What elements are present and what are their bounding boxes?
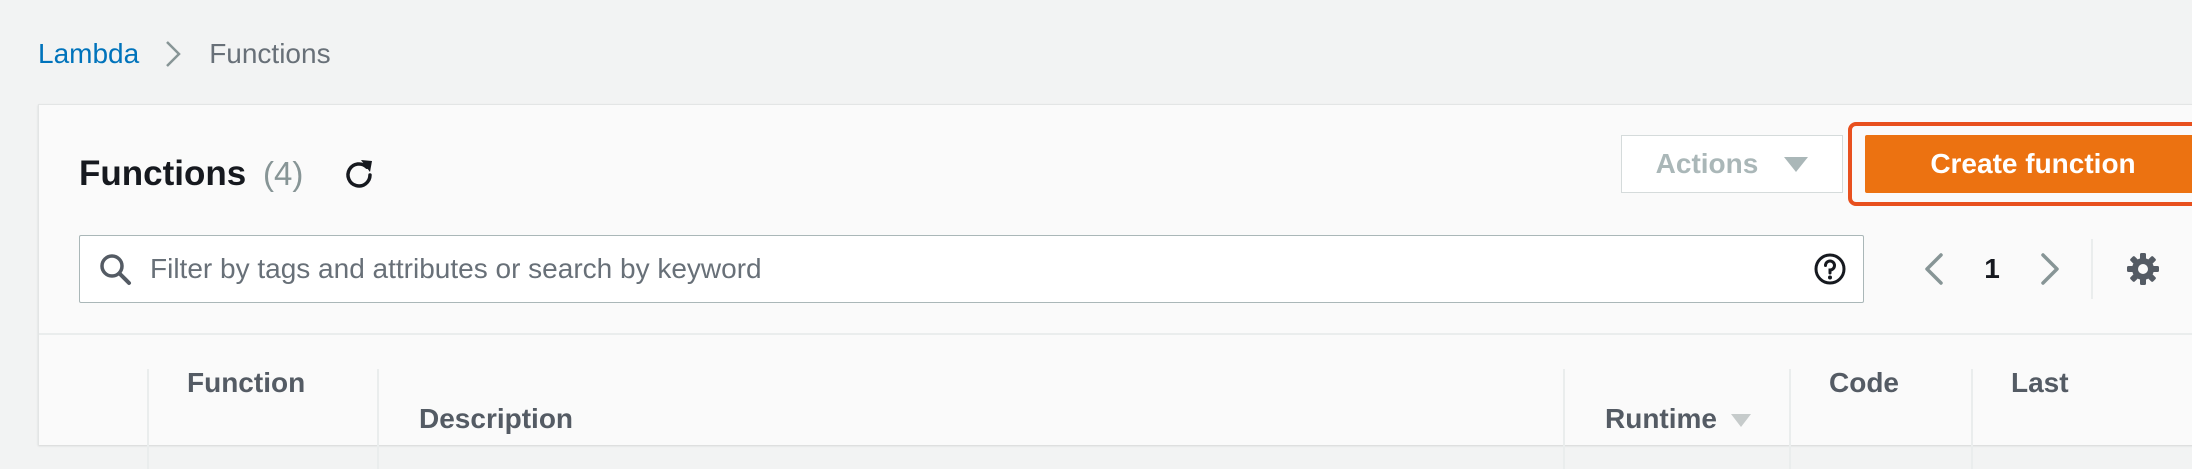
refresh-icon[interactable]	[339, 155, 379, 195]
panel-title: Functions	[79, 154, 247, 193]
actions-label: Actions	[1655, 148, 1759, 179]
create-function-button[interactable]: Create function	[1865, 135, 2192, 193]
search-box[interactable]	[79, 235, 1864, 303]
pager-divider	[2091, 239, 2093, 299]
column-header-function[interactable]: Function	[187, 365, 305, 401]
column-separator	[377, 369, 379, 469]
help-icon[interactable]	[1813, 252, 1847, 286]
gear-icon[interactable]	[2125, 251, 2161, 287]
column-separator	[1971, 369, 1973, 469]
search-icon	[98, 252, 132, 286]
actions-button[interactable]: Actions	[1621, 135, 1843, 193]
column-separator	[1789, 369, 1791, 469]
column-header-code[interactable]: Code	[1829, 365, 1899, 401]
column-separator	[1563, 369, 1565, 469]
breadcrumb: Lambda Functions	[38, 36, 331, 72]
caret-down-icon	[1784, 156, 1809, 172]
chevron-left-icon[interactable]	[1919, 251, 1949, 287]
breadcrumb-lambda-link[interactable]: Lambda	[38, 38, 139, 70]
functions-panel: Functions (4) Actions Create function Fi…	[38, 104, 2192, 469]
table-divider	[39, 333, 2192, 335]
chevron-right-icon	[165, 40, 181, 68]
column-header-last[interactable]: Last	[2011, 365, 2069, 401]
page-number[interactable]: 1	[1977, 251, 2007, 287]
breadcrumb-current: Functions	[209, 38, 331, 69]
column-header-runtime[interactable]: Runtime	[1605, 401, 1751, 437]
chevron-right-icon[interactable]	[2035, 251, 2065, 287]
column-header-description[interactable]: Description	[419, 401, 573, 437]
function-count: (4)	[263, 155, 304, 192]
column-separator	[147, 369, 149, 469]
runtime-label: Runtime	[1605, 403, 1717, 434]
search-input[interactable]	[150, 236, 1790, 302]
sort-caret-icon	[1731, 414, 1751, 428]
